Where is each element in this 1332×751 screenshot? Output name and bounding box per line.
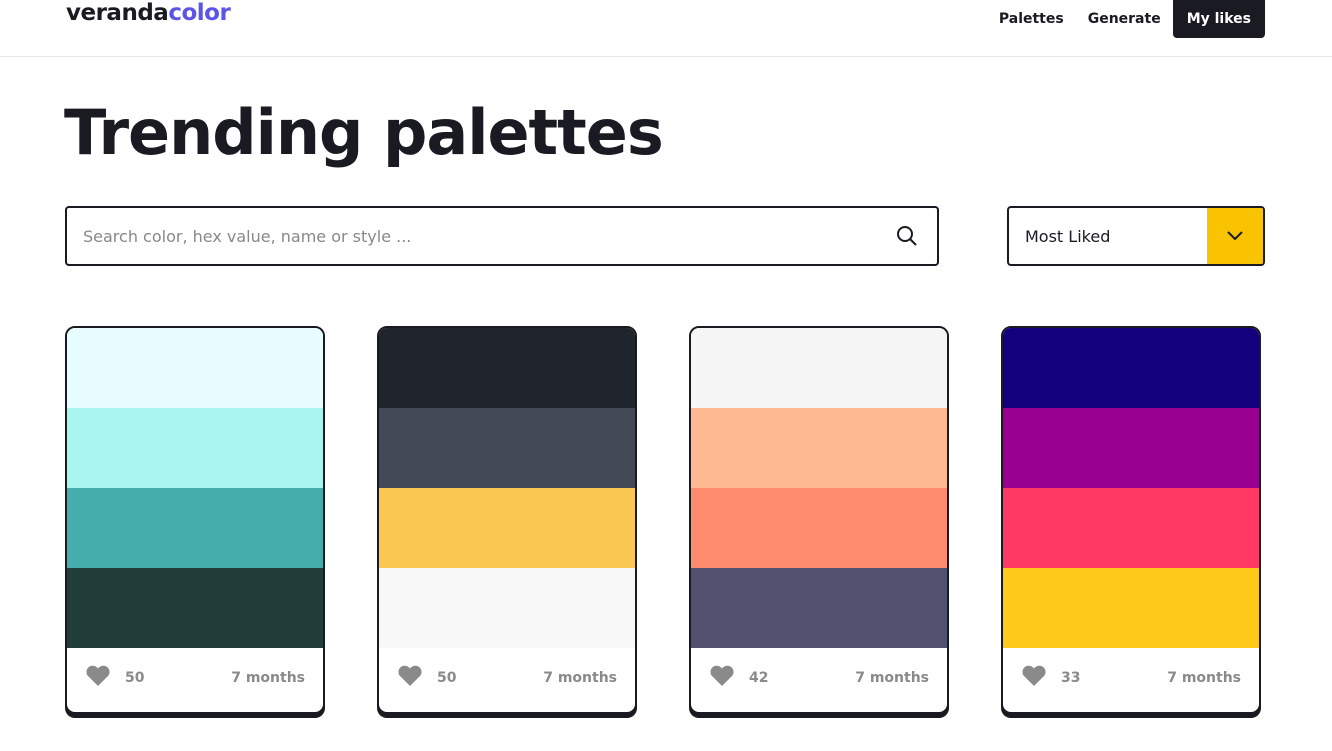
logo[interactable]: verandacolor [66, 0, 231, 26]
palette-card[interactable]: 33 7 months [1001, 326, 1261, 714]
search-icon[interactable] [877, 225, 937, 247]
color-swatch[interactable] [691, 408, 947, 488]
like-count: 50 [125, 670, 145, 686]
heart-icon[interactable] [709, 665, 735, 691]
color-swatch[interactable] [691, 568, 947, 648]
search-input[interactable] [67, 208, 877, 264]
color-swatch[interactable] [691, 488, 947, 568]
color-swatch[interactable] [1003, 568, 1259, 648]
palette-card[interactable]: 50 7 months [377, 326, 637, 714]
like-count: 33 [1061, 670, 1081, 686]
color-swatch[interactable] [379, 488, 635, 568]
palette-age: 7 months [543, 670, 617, 686]
palette-age: 7 months [231, 670, 305, 686]
card-footer: 42 7 months [691, 648, 947, 708]
heart-icon[interactable] [397, 665, 423, 691]
color-swatch[interactable] [67, 568, 323, 648]
color-swatch[interactable] [379, 408, 635, 488]
color-swatch[interactable] [379, 328, 635, 408]
color-swatch[interactable] [379, 568, 635, 648]
palette-age: 7 months [1167, 670, 1241, 686]
color-swatch[interactable] [1003, 488, 1259, 568]
like-count: 50 [437, 670, 457, 686]
sort-dropdown[interactable]: Most Liked [1007, 206, 1265, 266]
color-swatch[interactable] [1003, 408, 1259, 488]
page-title: Trending palettes [64, 96, 664, 169]
like-count: 42 [749, 670, 769, 686]
nav-palettes[interactable]: Palettes [987, 0, 1076, 38]
color-swatch[interactable] [67, 408, 323, 488]
heart-icon[interactable] [1021, 665, 1047, 691]
color-swatch[interactable] [67, 488, 323, 568]
color-swatch[interactable] [691, 328, 947, 408]
top-header: verandacolor Palettes Generate My likes [0, 0, 1332, 57]
logo-text-accent: color [168, 0, 231, 26]
main-nav: Palettes Generate My likes [987, 0, 1265, 38]
nav-my-likes[interactable]: My likes [1172, 0, 1265, 38]
palette-card[interactable]: 50 7 months [65, 326, 325, 714]
card-footer: 50 7 months [379, 648, 635, 708]
sort-selected: Most Liked [1025, 226, 1111, 246]
nav-generate[interactable]: Generate [1076, 0, 1173, 38]
palette-age: 7 months [855, 670, 929, 686]
logo-text: veranda [66, 0, 169, 26]
card-footer: 50 7 months [67, 648, 323, 708]
color-swatch[interactable] [67, 328, 323, 408]
card-footer: 33 7 months [1003, 648, 1259, 708]
search-box [65, 206, 939, 266]
color-swatch[interactable] [1003, 328, 1259, 408]
chevron-down-icon[interactable] [1207, 208, 1263, 264]
heart-icon[interactable] [85, 665, 111, 691]
palette-card[interactable]: 42 7 months [689, 326, 949, 714]
